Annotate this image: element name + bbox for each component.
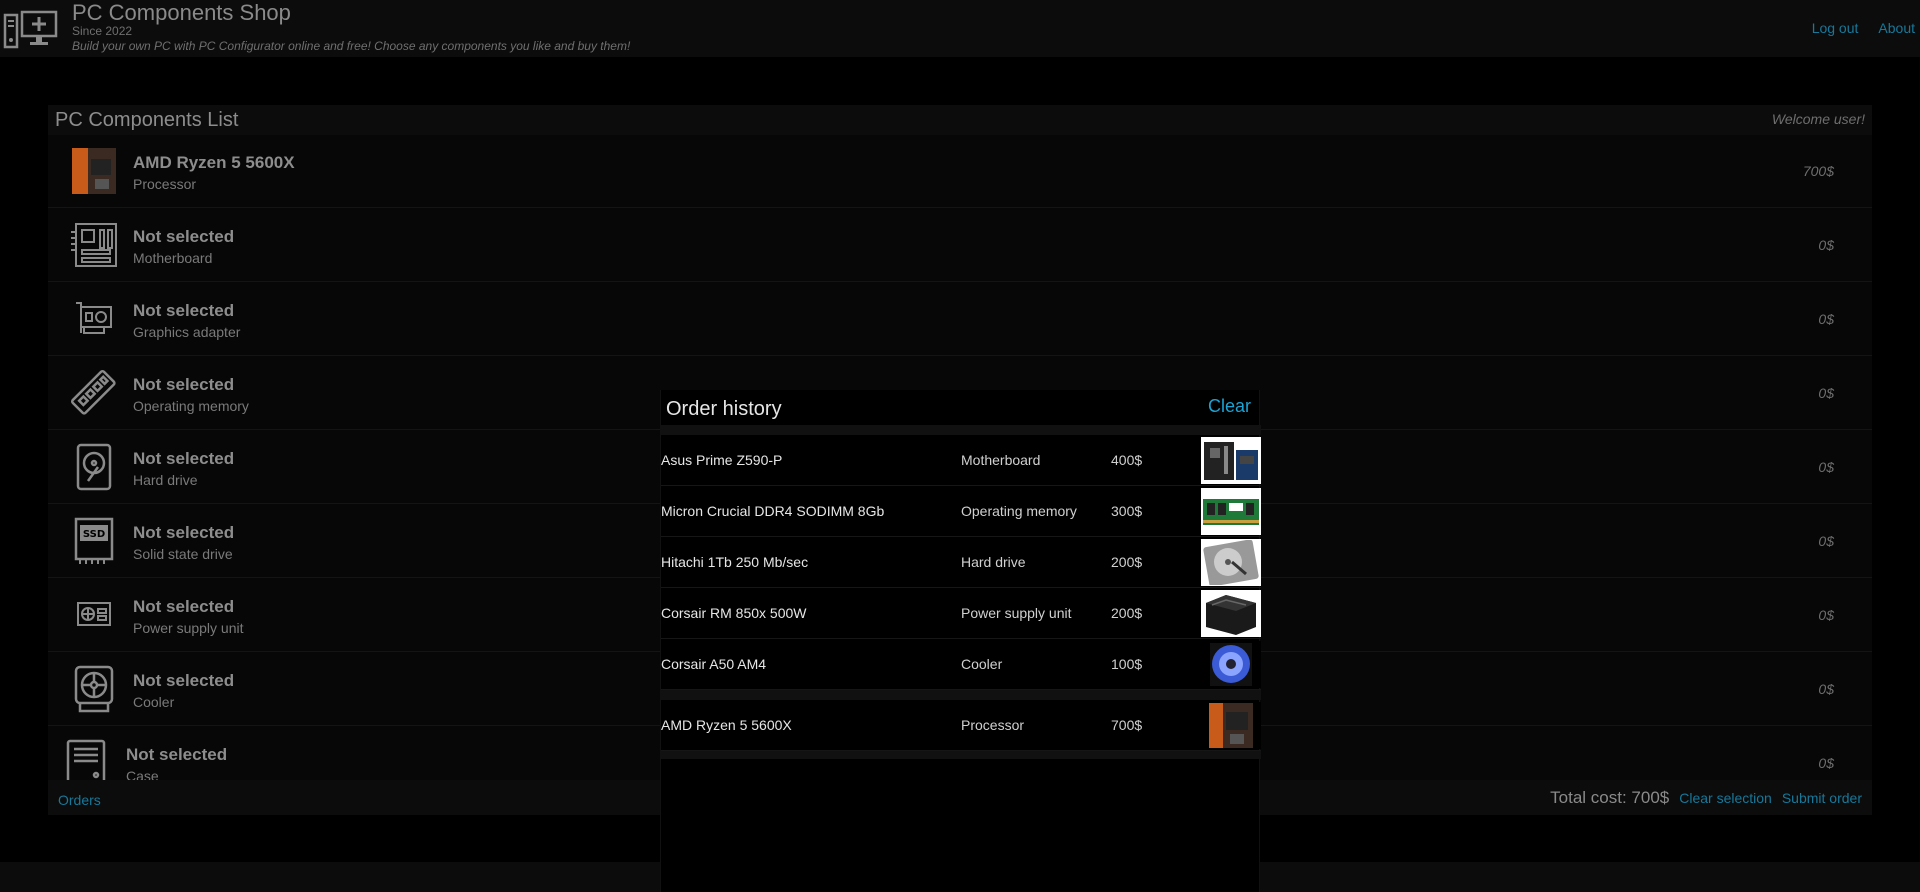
- total-cost: Total cost: 700$: [1550, 788, 1670, 807]
- order-item-name: Corsair A50 AM4: [661, 656, 767, 672]
- component-name: Not selected: [133, 449, 235, 468]
- panel-title: PC Components List: [55, 109, 239, 131]
- component-row-processor[interactable]: AMD Ryzen 5 5600X Processor 700$: [48, 135, 1872, 208]
- order-item-type: Motherboard: [961, 452, 1041, 468]
- tagline: Build your own PC with PC Configurator o…: [72, 39, 631, 53]
- case-icon: [62, 739, 110, 780]
- top-nav: Log out About: [1812, 20, 1915, 36]
- modal-title: Order history: [666, 398, 782, 420]
- component-type: Operating memory: [133, 398, 249, 414]
- order-item-type: Power supply unit: [961, 605, 1072, 621]
- cooler-thumbnail-icon: [1201, 641, 1261, 688]
- order-item-price: 100$: [1111, 656, 1143, 672]
- order-item-name: Corsair RM 850x 500W: [661, 605, 807, 621]
- order-item-row: Corsair RM 850x 500W Power supply unit 2…: [661, 588, 1261, 639]
- psu-icon: [70, 591, 118, 639]
- component-price: 0$: [1818, 681, 1834, 697]
- shop-title: PC Components Shop: [72, 0, 291, 25]
- component-type: Hard drive: [133, 472, 198, 488]
- order-item-row: AMD Ryzen 5 5600X Processor 700$: [661, 700, 1261, 751]
- order-item-row: Hitachi 1Tb 250 Mb/sec Hard drive 200$: [661, 537, 1261, 588]
- component-price: 0$: [1818, 533, 1834, 549]
- ssd-icon: SSD: [70, 517, 118, 565]
- component-name: Not selected: [133, 597, 235, 616]
- panel-header: PC Components List Welcome user!: [48, 105, 1872, 135]
- component-type: Cooler: [133, 694, 175, 710]
- since-label: Since 2022: [72, 24, 133, 38]
- order-item-price: 300$: [1111, 503, 1143, 519]
- motherboard-icon: [70, 221, 118, 269]
- order-history-modal: Order history Clear Asus Prime Z590-P Mo…: [660, 390, 1261, 892]
- psu-thumbnail-icon: [1201, 590, 1261, 637]
- order-item-name: AMD Ryzen 5 5600X: [661, 717, 792, 733]
- clear-selection-link[interactable]: Clear selection: [1679, 790, 1772, 806]
- component-price: 700$: [1802, 163, 1834, 179]
- component-price: 0$: [1818, 311, 1834, 327]
- component-type: Power supply unit: [133, 620, 244, 636]
- order-item-row: Asus Prime Z590-P Motherboard 400$: [661, 435, 1261, 486]
- component-type: Motherboard: [133, 250, 213, 266]
- component-name: Not selected: [133, 227, 235, 246]
- component-row-motherboard[interactable]: Not selected Motherboard 0$: [48, 209, 1872, 282]
- motherboard-thumbnail-icon: [1201, 437, 1261, 484]
- order-item-price: 400$: [1111, 452, 1143, 468]
- component-name: Not selected: [126, 745, 228, 764]
- clear-history-button[interactable]: Clear: [1208, 396, 1251, 417]
- component-price: 0$: [1818, 459, 1834, 475]
- order-item-name: Hitachi 1Tb 250 Mb/sec: [661, 554, 809, 570]
- component-price: 0$: [1818, 755, 1834, 771]
- order-separator: [661, 425, 1261, 435]
- order-item-name: Asus Prime Z590-P: [661, 452, 783, 468]
- svg-text:SSD: SSD: [83, 529, 105, 540]
- ram-thumbnail-icon: [1201, 488, 1261, 535]
- component-type: Solid state drive: [133, 546, 233, 562]
- order-item-name: Micron Crucial DDR4 SODIMM 8Gb: [661, 503, 885, 519]
- gpu-icon: [70, 295, 118, 343]
- cooler-icon: [70, 665, 118, 713]
- about-link[interactable]: About: [1878, 20, 1915, 36]
- component-price: 0$: [1818, 385, 1834, 401]
- hdd-icon: [70, 443, 118, 491]
- ram-icon: [70, 369, 118, 417]
- order-item-type: Hard drive: [961, 554, 1026, 570]
- top-header: PC Components Shop Since 2022 Build your…: [0, 0, 1920, 57]
- component-type: Graphics adapter: [133, 324, 241, 340]
- component-name: Not selected: [133, 301, 235, 320]
- order-item-type: Operating memory: [961, 503, 1077, 519]
- cpu-thumbnail-icon: [1201, 702, 1261, 749]
- component-price: 0$: [1818, 237, 1834, 253]
- order-item-price: 700$: [1111, 717, 1143, 733]
- welcome-text: Welcome user!: [1771, 111, 1865, 127]
- order-item-price: 200$: [1111, 554, 1143, 570]
- component-name: Not selected: [133, 375, 235, 394]
- hdd-thumbnail-icon: [1201, 539, 1261, 586]
- component-name: Not selected: [133, 523, 235, 542]
- pc-add-logo-icon: [3, 10, 58, 49]
- footer-actions: Total cost: 700$ Clear selection Submit …: [1550, 788, 1862, 808]
- component-row-graphics[interactable]: Not selected Graphics adapter 0$: [48, 283, 1872, 356]
- order-item-row: Micron Crucial DDR4 SODIMM 8Gb Operating…: [661, 486, 1261, 537]
- logout-link[interactable]: Log out: [1812, 20, 1859, 36]
- submit-order-link[interactable]: Submit order: [1782, 790, 1862, 806]
- order-item-type: Processor: [961, 717, 1025, 733]
- component-name: AMD Ryzen 5 5600X: [133, 153, 295, 172]
- component-type: Processor: [133, 176, 197, 192]
- component-type: Case: [126, 768, 159, 780]
- orders-link[interactable]: Orders: [58, 792, 101, 808]
- order-item-row: Corsair A50 AM4 Cooler 100$: [661, 639, 1261, 690]
- order-separator: [661, 751, 1261, 759]
- order-item-type: Cooler: [961, 656, 1003, 672]
- component-price: 0$: [1818, 607, 1834, 623]
- order-separator: [661, 690, 1261, 700]
- cpu-box-icon: [70, 147, 118, 195]
- component-name: Not selected: [133, 671, 235, 690]
- order-item-price: 200$: [1111, 605, 1143, 621]
